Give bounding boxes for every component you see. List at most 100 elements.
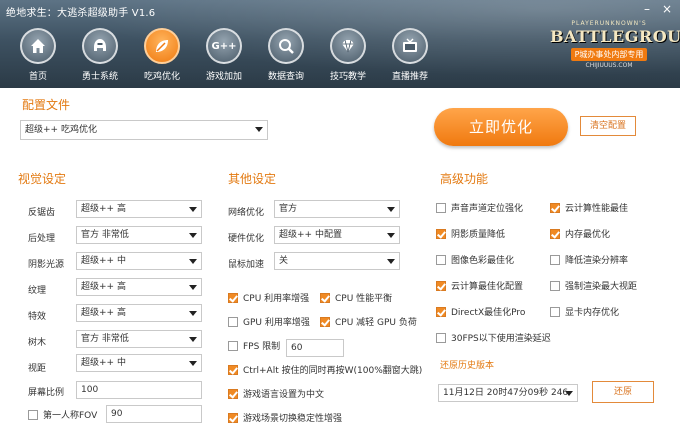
- visual-select-aa[interactable]: 超级++ 高: [76, 200, 202, 218]
- nav-item-live[interactable]: 直播推荐: [380, 28, 440, 82]
- advanced-checkbox[interactable]: 声音声道定位强化: [436, 201, 523, 214]
- nav-item-label: 吃鸡优化: [143, 72, 180, 82]
- checkbox-box: [228, 412, 238, 423]
- checkbox-box: [228, 292, 238, 303]
- advanced-checkbox[interactable]: 云计算性能最佳: [550, 201, 628, 214]
- checkbox-box: [320, 316, 330, 327]
- checkbox-box: [550, 202, 560, 213]
- checkbox-box: [436, 280, 446, 291]
- clear-config-button[interactable]: 清空配置: [580, 116, 636, 136]
- checkbox-box: [228, 364, 238, 375]
- checkbox-box: [550, 306, 560, 317]
- chevron-down-icon: [189, 337, 197, 342]
- checkbox-box: [550, 280, 560, 291]
- nav-item-label: 数据查询: [267, 72, 304, 82]
- nav-item-home[interactable]: 首页: [8, 28, 68, 82]
- window-title: 绝地求生：大逃杀超级助手 V1.6: [6, 8, 156, 19]
- hardware-select[interactable]: 超级++ 中配置: [274, 226, 400, 244]
- other-label: 硬件优化: [228, 234, 265, 244]
- fov-input[interactable]: 90: [106, 405, 202, 423]
- visual-label: 纹理: [28, 286, 47, 296]
- chevron-down-icon: [189, 233, 197, 238]
- visual-select-shadow[interactable]: 超级++ 中: [76, 252, 202, 270]
- fps30-delay-checkbox[interactable]: 30FPS以下使用渲染延迟: [436, 331, 551, 344]
- checkbox-box: [436, 306, 446, 317]
- visual-label: 反锯齿: [28, 208, 56, 218]
- chevron-down-icon: [387, 207, 395, 212]
- checkbox-box: [228, 316, 238, 327]
- other-title: 其他设定: [228, 172, 277, 186]
- cpu-boost-checkbox[interactable]: CPU 利用率增强: [228, 291, 309, 304]
- chevron-down-icon: [189, 311, 197, 316]
- checkbox-box: [436, 228, 446, 239]
- advanced-checkbox[interactable]: 图像色彩最佳化: [436, 253, 514, 266]
- advanced-checkbox[interactable]: 强制渲染最大视距: [550, 279, 637, 292]
- fps-limit-input[interactable]: 60: [286, 339, 344, 357]
- pubg-logo: PLAYERUNKNOWN'S BATTLEGROUNDS P城办事处内部专用 …: [550, 20, 680, 69]
- optimize-button[interactable]: 立即优化: [434, 108, 568, 146]
- visual-select-trees[interactable]: 官方 非常低: [76, 330, 202, 348]
- checkbox-box: [550, 254, 560, 265]
- jump-window-checkbox[interactable]: Ctrl+Alt 按住的同时再按W(100%翻窗大跳): [228, 363, 422, 376]
- cpu-balance-checkbox[interactable]: CPU 性能平衡: [320, 291, 392, 304]
- mouse-accel-select[interactable]: 关: [274, 252, 400, 270]
- checkbox-box: [228, 388, 238, 399]
- config-title: 配置文件: [22, 98, 71, 112]
- diamond-icon: [330, 28, 366, 64]
- checkbox-box: [436, 202, 446, 213]
- cpu-offload-checkbox[interactable]: CPU 减轻 GPU 负荷: [320, 315, 417, 328]
- history-select[interactable]: 11月12日 20时47分09秒 246: [438, 384, 578, 402]
- checkbox-box: [550, 228, 560, 239]
- scene-stability-checkbox[interactable]: 游戏场景切换稳定性增强: [228, 411, 342, 424]
- advanced-checkbox[interactable]: 阴影质量降低: [436, 227, 505, 240]
- advanced-checkbox[interactable]: 降低渲染分辨率: [550, 253, 628, 266]
- checkbox-box: [228, 340, 238, 351]
- nav-item-data[interactable]: 数据查询: [256, 28, 316, 82]
- profile-select[interactable]: 超级++ 吃鸡优化: [20, 120, 268, 140]
- restore-button[interactable]: 还原: [592, 381, 654, 403]
- nav-item-gplus[interactable]: G++ 游戏加加: [194, 28, 254, 82]
- nav-item-label: 直播推荐: [391, 72, 428, 82]
- checkbox-box: [436, 332, 446, 343]
- visual-select-effects[interactable]: 超级++ 高: [76, 304, 202, 322]
- visual-select-viewdist[interactable]: 超级++ 中: [76, 354, 202, 372]
- advanced-checkbox[interactable]: 显卡内存优化: [550, 305, 619, 318]
- screen-ratio-label: 屏幕比例: [28, 388, 65, 398]
- chinese-language-checkbox[interactable]: 游戏语言设置为中文: [228, 387, 324, 400]
- other-label: 网络优化: [228, 208, 265, 218]
- nav-item-optimize[interactable]: 吃鸡优化: [132, 28, 192, 82]
- nav-item-label: 勇士系统: [81, 72, 118, 82]
- nav-item-warrior[interactable]: 勇士系统: [70, 28, 130, 82]
- chevron-down-icon: [189, 285, 197, 290]
- nav-item-label: 首页: [28, 72, 47, 82]
- chevron-down-icon: [387, 259, 395, 264]
- advanced-checkbox[interactable]: 云计算最佳化配置: [436, 279, 523, 292]
- visual-label: 后处理: [28, 234, 56, 244]
- chevron-down-icon: [189, 361, 197, 366]
- checkbox-box: [320, 292, 330, 303]
- visual-select-texture[interactable]: 超级++ 高: [76, 278, 202, 296]
- checkbox-box: [436, 254, 446, 265]
- gpu-boost-checkbox[interactable]: GPU 利用率增强: [228, 315, 310, 328]
- tv-icon: [392, 28, 428, 64]
- visual-select-post[interactable]: 官方 非常低: [76, 226, 202, 244]
- restore-history-link[interactable]: 还原历史版本: [440, 358, 494, 371]
- fov-checkbox[interactable]: 第一人称FOV: [28, 408, 97, 421]
- advanced-checkbox[interactable]: 内存最优化: [550, 227, 610, 240]
- visual-label: 阴影光源: [28, 260, 65, 270]
- screen-ratio-input[interactable]: 100: [76, 381, 202, 399]
- nav-item-label: 技巧教学: [329, 72, 366, 82]
- minimize-button[interactable]: –: [640, 3, 654, 15]
- nav-item-tips[interactable]: 技巧教学: [318, 28, 378, 82]
- chevron-down-icon: [565, 391, 573, 396]
- advanced-checkbox[interactable]: DirectX最佳化Pro: [436, 305, 525, 318]
- fps-limit-checkbox[interactable]: FPS 限制: [228, 339, 280, 352]
- leaf-icon: [144, 28, 180, 64]
- helmet-icon: [82, 28, 118, 64]
- visual-label: 树木: [28, 338, 47, 348]
- network-select[interactable]: 官方: [274, 200, 400, 218]
- advanced-title: 高级功能: [440, 172, 489, 186]
- search-icon: [268, 28, 304, 64]
- close-button[interactable]: ×: [660, 3, 674, 15]
- home-icon: [20, 28, 56, 64]
